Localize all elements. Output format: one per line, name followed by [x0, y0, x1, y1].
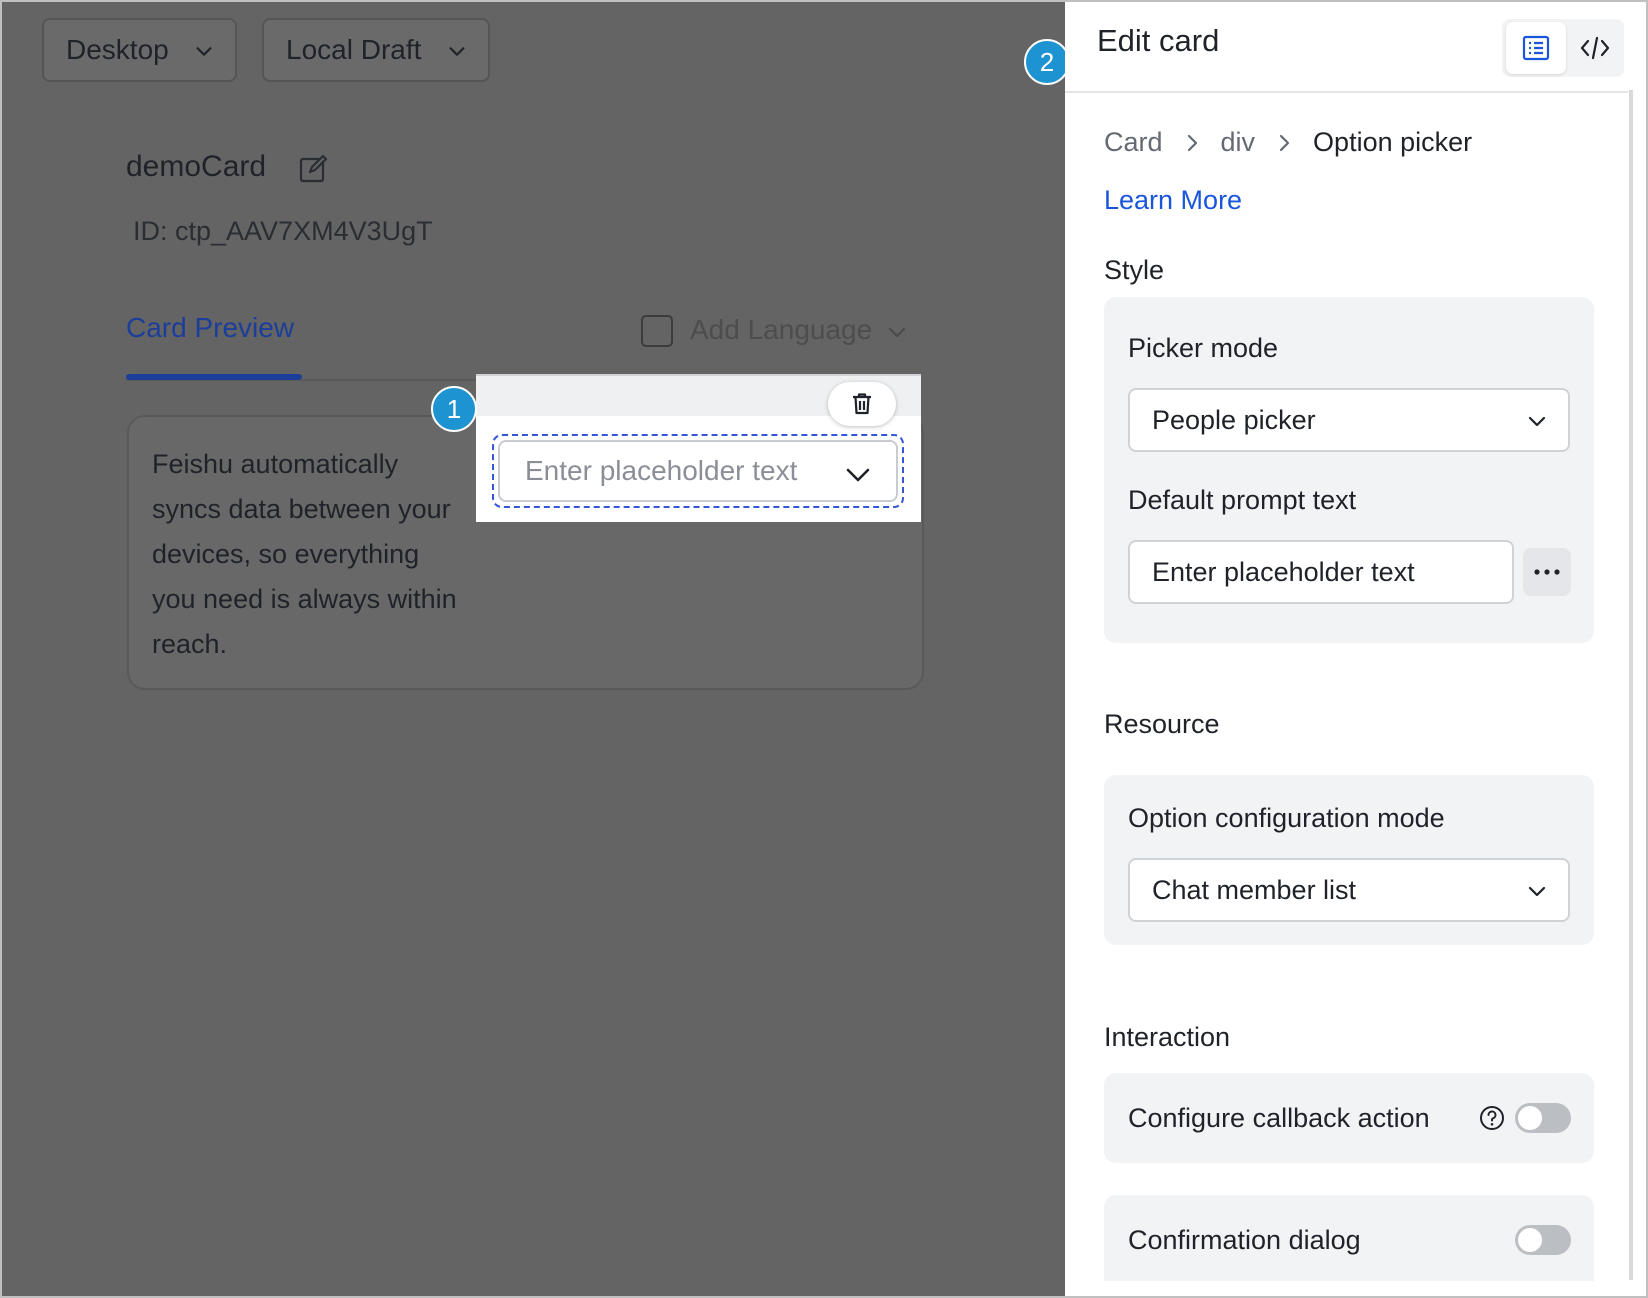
breadcrumb-card[interactable]: Card	[1104, 127, 1163, 158]
code-view-button[interactable]	[1568, 22, 1622, 74]
option-mode-select[interactable]: Chat member list	[1128, 858, 1570, 922]
confirmation-dialog-label: Confirmation dialog	[1128, 1225, 1361, 1255]
confirmation-dialog-toggle[interactable]	[1515, 1225, 1571, 1255]
breadcrumb-option-picker: Option picker	[1313, 127, 1473, 157]
list-icon	[1522, 35, 1550, 61]
option-mode-label: Option configuration mode	[1128, 803, 1445, 833]
callback-action-toggle[interactable]	[1515, 1103, 1571, 1133]
prompt-text-value: Enter placeholder text	[1152, 556, 1415, 587]
preview-card-text: Feishu automatically syncs data between …	[152, 449, 457, 659]
option-picker-preview[interactable]: Enter placeholder text	[498, 440, 898, 502]
more-icon	[1534, 569, 1560, 575]
breadcrumb-div[interactable]: div	[1221, 127, 1256, 158]
step-badge-2: 2	[1024, 39, 1070, 85]
toggle-knob	[1518, 1106, 1542, 1130]
prompt-text-input[interactable]: Enter placeholder text	[1128, 540, 1514, 604]
breadcrumb: Card div Option picker	[1104, 127, 1472, 158]
view-toggle	[1502, 19, 1624, 77]
chevron-down-icon	[196, 47, 212, 56]
help-icon[interactable]	[1479, 1105, 1505, 1131]
option-mode-value: Chat member list	[1152, 874, 1357, 905]
add-language-label[interactable]: Add Language	[690, 314, 872, 346]
option-picker-placeholder: Enter placeholder text	[525, 455, 798, 486]
edit-card-panel: Edit card Card div Option picker Learn M…	[1065, 17, 1628, 1281]
tab-card-preview[interactable]: Card Preview	[126, 312, 294, 344]
picker-mode-label: Picker mode	[1128, 333, 1279, 363]
chevron-right-icon	[1279, 134, 1290, 151]
card-name: demoCard	[126, 150, 267, 183]
chevron-down-icon	[449, 47, 465, 56]
chevron-right-icon	[1187, 134, 1197, 151]
step-badge-1: 1	[431, 386, 477, 432]
section-title-resource: Resource	[1104, 709, 1220, 739]
chevron-down-icon	[1528, 416, 1546, 427]
chevron-down-icon	[846, 468, 870, 482]
confirm-group: Confirmation dialog	[1104, 1195, 1594, 1281]
picker-mode-select[interactable]: People picker	[1128, 388, 1570, 452]
chevron-down-icon[interactable]	[885, 320, 909, 344]
device-select-label: Desktop	[66, 34, 169, 65]
prompt-more-button[interactable]	[1523, 548, 1571, 596]
version-select-label: Local Draft	[286, 34, 422, 65]
resource-group: Option configuration mode Chat member li…	[1104, 775, 1594, 945]
section-title-style: Style	[1104, 255, 1165, 285]
form-view-button[interactable]	[1506, 22, 1566, 74]
card-id: ID: ctp_AAV7XM4V3UgT	[133, 216, 433, 246]
edit-icon[interactable]	[298, 154, 328, 184]
delete-button[interactable]	[828, 382, 896, 426]
learn-more-link[interactable]: Learn More	[1104, 185, 1242, 216]
selected-option-picker[interactable]: Enter placeholder text	[476, 374, 921, 522]
style-group: Picker mode People picker Default prompt…	[1104, 297, 1594, 643]
callback-action-label: Configure callback action	[1128, 1103, 1430, 1133]
panel-header: Edit card	[1065, 17, 1628, 93]
toggle-knob	[1518, 1228, 1542, 1252]
device-select[interactable]: Desktop	[42, 18, 237, 82]
panel-title: Edit card	[1097, 23, 1220, 58]
callback-group: Configure callback action	[1104, 1073, 1594, 1163]
trash-icon	[853, 393, 871, 415]
code-icon	[1580, 36, 1610, 60]
version-select[interactable]: Local Draft	[262, 18, 490, 82]
section-title-interaction: Interaction	[1104, 1022, 1231, 1052]
prompt-text-label: Default prompt text	[1128, 485, 1357, 515]
panel-scrollbar[interactable]	[1629, 90, 1633, 1280]
chevron-down-icon	[1528, 886, 1546, 897]
active-tab-indicator	[126, 374, 302, 380]
add-language-checkbox[interactable]	[641, 315, 673, 347]
picker-mode-value: People picker	[1152, 404, 1316, 435]
